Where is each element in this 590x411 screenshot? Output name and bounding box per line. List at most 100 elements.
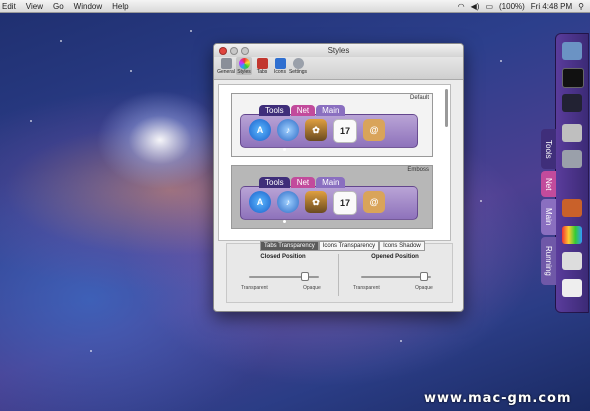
activity-monitor-icon[interactable] — [562, 94, 582, 112]
seg-icons-transparency[interactable]: Icons Transparency — [318, 241, 380, 251]
tab-icons-label: Icons — [274, 69, 286, 75]
general-icon — [220, 58, 232, 69]
opened-position-knob[interactable] — [420, 272, 428, 281]
side-dock: Tools Net Main Running — [541, 33, 589, 313]
tabs-icon — [256, 58, 268, 69]
star — [190, 30, 192, 32]
dock-preview: Tools Net Main A ♪ ✿ 17 @ — [240, 177, 418, 223]
watermark: www.mac-gm.com — [424, 391, 572, 406]
tab-styles[interactable]: Styles — [236, 57, 252, 75]
minimize-button[interactable] — [230, 47, 238, 55]
tab-general[interactable]: General — [217, 57, 235, 75]
running-indicator — [283, 220, 286, 223]
clock[interactable]: Fri 4:48 PM — [531, 2, 572, 11]
dock-tab-main: Main — [316, 105, 346, 116]
scrollbar[interactable] — [445, 89, 448, 127]
wifi-icon[interactable]: ◠ — [458, 2, 465, 11]
running-indicator — [283, 148, 286, 151]
star — [130, 70, 132, 72]
styles-window: Styles General Styles Tabs Icons Setting… — [213, 43, 464, 312]
menu-view[interactable]: View — [26, 2, 43, 11]
script-editor-icon[interactable] — [562, 252, 582, 270]
tab-tabs-label: Tabs — [256, 69, 268, 75]
star — [60, 40, 62, 42]
star — [30, 120, 32, 122]
menu-items: Edit View Go Window Help — [0, 2, 129, 11]
zoom-button[interactable] — [241, 47, 249, 55]
iphoto-icon: ✿ — [305, 191, 327, 213]
star — [500, 60, 502, 62]
closed-max-label: Opaque — [303, 285, 321, 291]
window-title: Styles — [327, 46, 350, 55]
dock-icons: A ♪ ✿ 17 @ — [249, 191, 385, 215]
style-preview-emboss[interactable]: Emboss Tools Net Main A ♪ ✿ 17 @ — [231, 165, 433, 229]
style-preview-default[interactable]: Default Tools Net Main A ♪ ✿ 17 @ — [231, 93, 433, 157]
tab-general-label: General — [217, 69, 235, 75]
iphoto-icon: ✿ — [305, 119, 327, 141]
icons-icon — [274, 58, 286, 69]
opened-position-title: Opened Position — [371, 254, 419, 260]
tab-styles-label: Styles — [237, 69, 251, 75]
tab-tabs[interactable]: Tabs — [254, 57, 270, 75]
close-button[interactable] — [219, 47, 227, 55]
tab-settings-label: Settings — [288, 69, 308, 75]
star — [400, 340, 402, 342]
folder-icon[interactable] — [562, 42, 582, 60]
star — [90, 350, 92, 352]
chart-icon[interactable] — [562, 226, 582, 244]
tab-icons[interactable]: Icons — [272, 57, 288, 75]
closed-position-title: Closed Position — [260, 254, 306, 260]
dock-preview: Tools Net Main A ♪ ✿ 17 @ — [240, 105, 418, 151]
terminal-icon[interactable] — [562, 68, 584, 88]
dock-icons: A ♪ ✿ 17 @ — [249, 119, 385, 143]
seg-tabs-transparency[interactable]: Tabs Transparency — [260, 241, 319, 251]
color-wheel-icon — [238, 58, 250, 69]
window-controls — [219, 47, 249, 55]
battery-icon[interactable]: ▭ — [485, 2, 493, 11]
gear-icon — [292, 58, 304, 69]
preferences-toolbar: General Styles Tabs Icons Settings — [214, 57, 463, 80]
app-store-icon: A — [249, 119, 271, 141]
menu-help[interactable]: Help — [112, 2, 128, 11]
window-titlebar[interactable]: Styles — [214, 44, 463, 57]
dock-tab-net: Net — [290, 105, 316, 116]
transparency-panel: Tabs Transparency Icons Transparency Ico… — [226, 241, 453, 303]
address-book-icon: @ — [363, 191, 385, 213]
menu-go[interactable]: Go — [53, 2, 64, 11]
tab-settings[interactable]: Settings — [288, 57, 308, 75]
closed-position-knob[interactable] — [301, 272, 309, 281]
seg-icons-shadow[interactable]: Icons Shadow — [379, 241, 425, 251]
menu-bar: Edit View Go Window Help ◠ ◀) ▭ (100%) F… — [0, 0, 590, 13]
side-tab-tools[interactable]: Tools — [541, 129, 556, 169]
volume-icon[interactable]: ◀) — [471, 2, 480, 11]
side-tab-main[interactable]: Main — [541, 199, 556, 235]
dock-tab-main: Main — [316, 177, 346, 188]
system-preferences-icon[interactable] — [562, 150, 582, 168]
calendar-icon: 17 — [333, 119, 357, 143]
closed-min-label: Transparent — [241, 285, 268, 291]
status-area: ◠ ◀) ▭ (100%) Fri 4:48 PM ⚲ — [458, 2, 590, 11]
opened-min-label: Transparent — [353, 285, 380, 291]
dock-tab-tools: Tools — [259, 105, 290, 116]
star — [480, 200, 482, 202]
side-tab-net[interactable]: Net — [541, 171, 556, 197]
segmented-control: Tabs Transparency Icons Transparency Ico… — [260, 241, 425, 251]
style-label: Emboss — [407, 167, 429, 173]
style-list[interactable]: Default Tools Net Main A ♪ ✿ 17 @ Emboss — [218, 84, 451, 241]
dock-tab-net: Net — [290, 177, 316, 188]
menu-window[interactable]: Window — [74, 2, 102, 11]
itunes-icon: ♪ — [277, 191, 299, 213]
menu-edit[interactable]: Edit — [2, 2, 16, 11]
disk-utility-icon[interactable] — [562, 124, 582, 142]
opened-max-label: Opaque — [415, 285, 433, 291]
preview-icon[interactable] — [562, 279, 582, 297]
calendar-icon: 17 — [333, 191, 357, 215]
dock-tab-tools: Tools — [259, 177, 290, 188]
toolbox-icon[interactable] — [562, 199, 582, 217]
spotlight-icon[interactable]: ⚲ — [578, 2, 584, 11]
dock-tabs: Tools Net Main — [259, 105, 346, 116]
divider — [338, 254, 339, 296]
itunes-icon: ♪ — [277, 119, 299, 141]
side-tab-running[interactable]: Running — [541, 237, 556, 285]
dock-tabs: Tools Net Main — [259, 177, 346, 188]
